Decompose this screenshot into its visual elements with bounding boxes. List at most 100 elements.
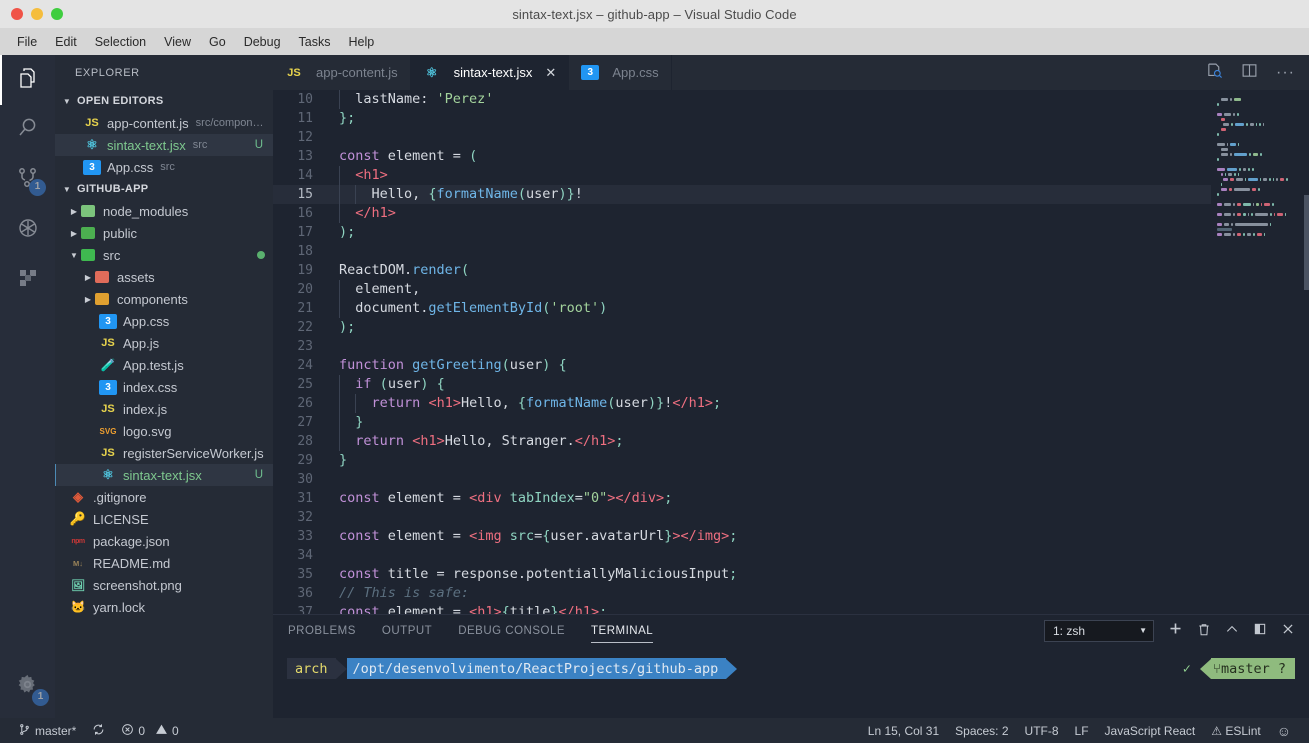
- maximize-panel-icon[interactable]: [1225, 622, 1239, 639]
- code-line[interactable]: 36 // This is safe:: [273, 584, 1211, 603]
- code-line[interactable]: 25 if (user) {: [273, 375, 1211, 394]
- open-editor-app-css[interactable]: 3 App.css src: [55, 156, 273, 178]
- section-open-editors[interactable]: ▼ OPEN EDITORS: [55, 90, 273, 112]
- code-line[interactable]: 13 const element = (: [273, 147, 1211, 166]
- tab-app-content-js[interactable]: JS app-content.js: [273, 55, 411, 90]
- menu-view[interactable]: View: [155, 32, 200, 52]
- code-line[interactable]: 33 const element = <img src={user.avatarU…: [273, 527, 1211, 546]
- close-icon[interactable]: ✕: [545, 65, 556, 81]
- tree-item-sintax-text[interactable]: ⚛ sintax-text.jsx U: [55, 464, 273, 486]
- code-line[interactable]: 32: [273, 508, 1211, 527]
- activity-item-debug[interactable]: [0, 205, 55, 255]
- status-branch[interactable]: master*: [10, 718, 84, 743]
- activity-item-explorer[interactable]: [0, 55, 55, 105]
- tree-item-logo-svg[interactable]: SVG logo.svg: [55, 420, 273, 442]
- open-editor-app-content[interactable]: JS app-content.js src/compon…: [55, 112, 273, 134]
- more-actions-icon[interactable]: ···: [1276, 64, 1295, 82]
- code-line[interactable]: 15 Hello, {formatName(user)}!: [273, 185, 1211, 204]
- tree-item-app-test-js[interactable]: 🧪 App.test.js: [55, 354, 273, 376]
- open-editor-sintax-text[interactable]: ⚛ sintax-text.jsx src U: [55, 134, 273, 156]
- code-line[interactable]: 29}: [273, 451, 1211, 470]
- status-language-mode[interactable]: JavaScript React: [1097, 718, 1204, 743]
- status-indentation[interactable]: Spaces: 2: [947, 718, 1016, 743]
- status-eslint[interactable]: ⚠ ESLint: [1203, 718, 1268, 743]
- status-eol[interactable]: LF: [1067, 718, 1097, 743]
- tab-output[interactable]: OUTPUT: [382, 619, 432, 642]
- code-line[interactable]: 30: [273, 470, 1211, 489]
- open-changes-icon[interactable]: [1206, 62, 1223, 84]
- tree-item-package-json[interactable]: npm package.json: [55, 530, 273, 552]
- activity-item-settings[interactable]: 1: [0, 662, 55, 712]
- code-line[interactable]: 31 const element = <div tabIndex="0"></di…: [273, 489, 1211, 508]
- tree-item-screenshot-png[interactable]: 🖼 screenshot.png: [55, 574, 273, 596]
- code-line[interactable]: 24 function getGreeting(user) {: [273, 356, 1211, 375]
- code-line[interactable]: 19 ReactDOM.render(: [273, 261, 1211, 280]
- menu-edit[interactable]: Edit: [46, 32, 86, 52]
- tree-item-app-js[interactable]: JS App.js: [55, 332, 273, 354]
- activity-item-source-control[interactable]: 1: [0, 155, 55, 205]
- tree-item-src[interactable]: ▼ src: [55, 244, 273, 266]
- status-encoding[interactable]: UTF-8: [1017, 718, 1067, 743]
- tree-item-app-css[interactable]: 3 App.css: [55, 310, 273, 332]
- tab-problems[interactable]: PROBLEMS: [288, 619, 356, 642]
- tree-item-yarn-lock[interactable]: 🐱 yarn.lock: [55, 596, 273, 618]
- code-line[interactable]: 21 document.getElementById('root'): [273, 299, 1211, 318]
- menu-go[interactable]: Go: [200, 32, 235, 52]
- split-terminal-icon[interactable]: [1253, 622, 1267, 639]
- tree-item-index-css[interactable]: 3 index.css: [55, 376, 273, 398]
- code-line[interactable]: 16 </h1>: [273, 204, 1211, 223]
- code-line[interactable]: 10 lastName: 'Perez': [273, 90, 1211, 109]
- tree-item-gitignore[interactable]: ◈ .gitignore: [55, 486, 273, 508]
- code-line[interactable]: 17);: [273, 223, 1211, 242]
- menu-debug[interactable]: Debug: [235, 32, 290, 52]
- code-line[interactable]: 18: [273, 242, 1211, 261]
- tree-item-readme[interactable]: M↓ README.md: [55, 552, 273, 574]
- kill-terminal-icon[interactable]: [1197, 622, 1211, 640]
- token: </h1>: [574, 433, 616, 449]
- split-editor-icon[interactable]: [1241, 62, 1258, 84]
- terminal-view[interactable]: arch /opt/desenvolvimento/ReactProjects/…: [273, 646, 1309, 718]
- close-panel-icon[interactable]: [1281, 622, 1295, 639]
- code-line[interactable]: 34: [273, 546, 1211, 565]
- code-line[interactable]: 11};: [273, 109, 1211, 128]
- code-line[interactable]: 27 }: [273, 413, 1211, 432]
- code-line[interactable]: 20 element,: [273, 280, 1211, 299]
- code-line[interactable]: 28 return <h1>Hello, Stranger.</h1>;: [273, 432, 1211, 451]
- section-project-root[interactable]: ▼ GITHUB-APP: [55, 178, 273, 200]
- status-errors[interactable]: 0: [113, 718, 153, 743]
- status-warnings[interactable]: 0: [153, 718, 187, 743]
- tab-terminal[interactable]: TERMINAL: [591, 619, 654, 643]
- terminal-selector[interactable]: 1: zsh ▼: [1044, 619, 1154, 642]
- tree-item-license[interactable]: 🔑 LICENSE: [55, 508, 273, 530]
- code-line[interactable]: 35 const title = response.potentiallyMali…: [273, 565, 1211, 584]
- status-feedback[interactable]: ☺: [1269, 718, 1299, 743]
- tree-item-index-js[interactable]: JS index.js: [55, 398, 273, 420]
- css-icon: 3: [581, 65, 600, 80]
- code-line[interactable]: 12: [273, 128, 1211, 147]
- code-line[interactable]: 23: [273, 337, 1211, 356]
- editor-scrollbar[interactable]: [1304, 195, 1309, 290]
- code-line[interactable]: 22);: [273, 318, 1211, 337]
- tree-item-node-modules[interactable]: ▶ node_modules: [55, 200, 273, 222]
- menu-selection[interactable]: Selection: [86, 32, 155, 52]
- new-terminal-icon[interactable]: [1168, 621, 1183, 641]
- tab-sintax-text-jsx[interactable]: ⚛ sintax-text.jsx ✕: [410, 55, 570, 90]
- code-line[interactable]: 14 <h1>: [273, 166, 1211, 185]
- menu-help[interactable]: Help: [340, 32, 384, 52]
- activity-item-search[interactable]: [0, 105, 55, 155]
- minimap[interactable]: [1211, 90, 1309, 614]
- activity-item-extensions[interactable]: [0, 255, 55, 305]
- tree-item-assets[interactable]: ▶ assets: [55, 266, 273, 288]
- tree-item-components[interactable]: ▶ components: [55, 288, 273, 310]
- menu-file[interactable]: File: [8, 32, 46, 52]
- status-cursor-position[interactable]: Ln 15, Col 31: [860, 718, 947, 743]
- code-line[interactable]: 26 return <h1>Hello, {formatName(user)}!…: [273, 394, 1211, 413]
- tab-debug-console[interactable]: DEBUG CONSOLE: [458, 619, 565, 642]
- tree-item-register-service-worker[interactable]: JS registerServiceWorker.js: [55, 442, 273, 464]
- status-sync[interactable]: [84, 718, 113, 743]
- tree-item-public[interactable]: ▶ public: [55, 222, 273, 244]
- code-line[interactable]: 37 const element = <h1>{title}</h1>;: [273, 603, 1211, 614]
- tab-app-css[interactable]: 3 App.css: [569, 55, 672, 90]
- code-editor[interactable]: 10 lastName: 'Perez' 11}; 12 13 const elemen…: [273, 90, 1211, 614]
- menu-tasks[interactable]: Tasks: [290, 32, 340, 52]
